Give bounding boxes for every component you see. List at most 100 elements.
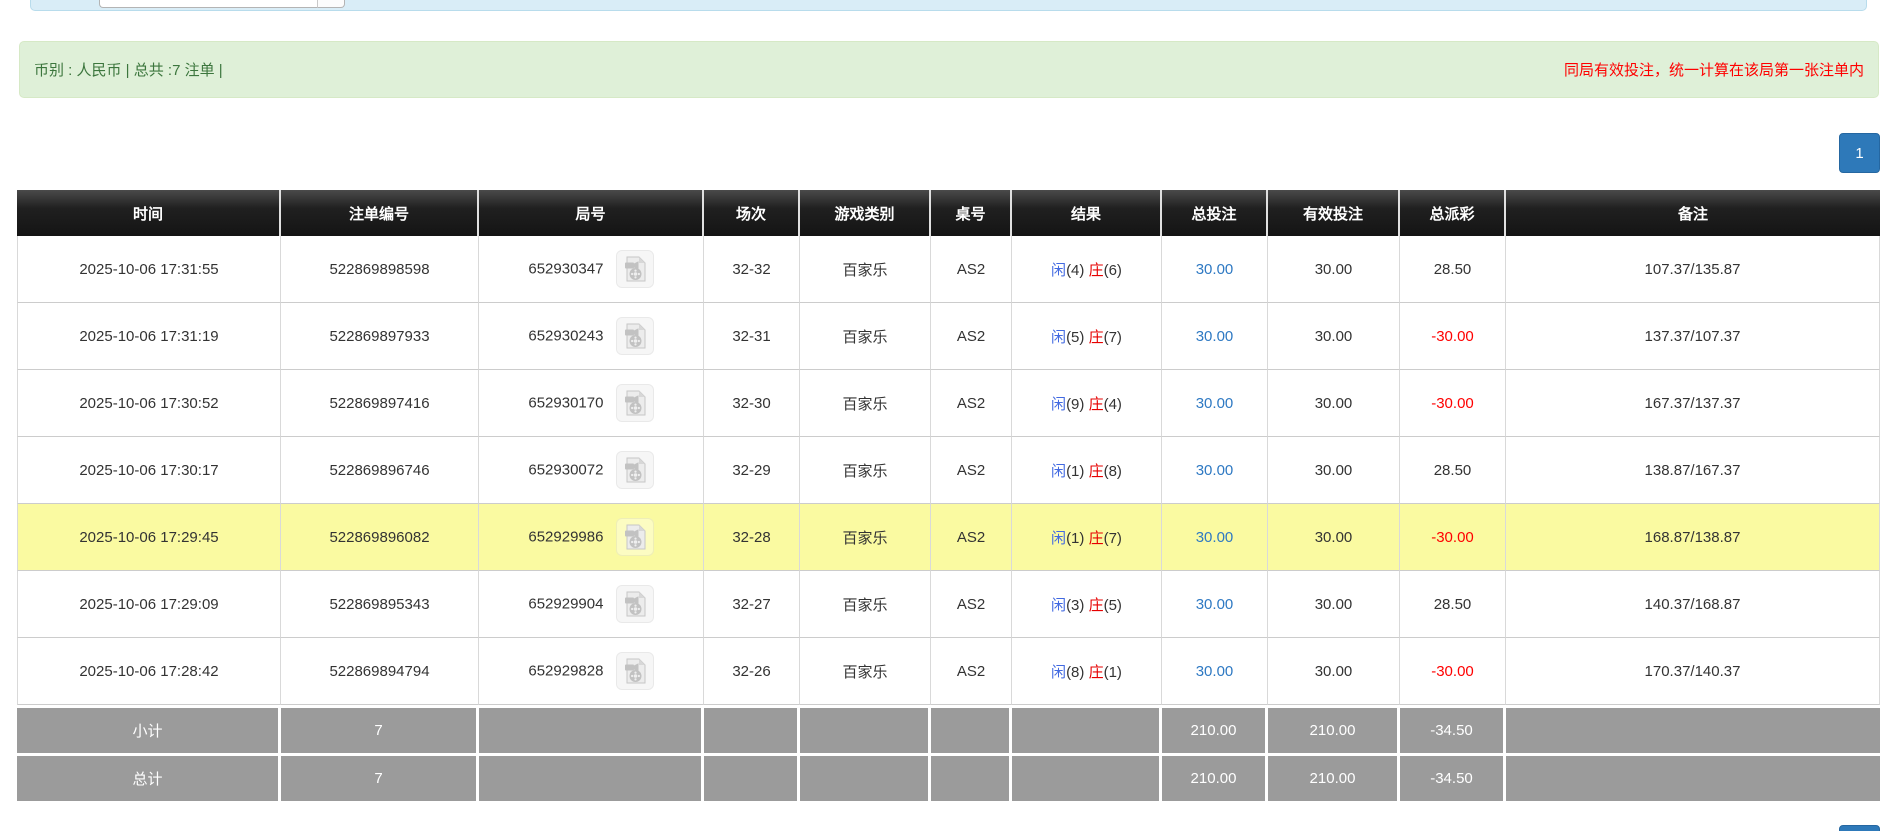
banker-score: (8) bbox=[1103, 462, 1122, 480]
cell-round-id: 652929986 bbox=[479, 504, 704, 571]
column-header-3: 局号 bbox=[479, 190, 704, 236]
subtotal-valid-bet: 210.00 bbox=[1268, 705, 1400, 753]
banker-score: (5) bbox=[1103, 596, 1122, 614]
video-file-icon bbox=[624, 591, 646, 617]
cell-note: 140.37/168.87 bbox=[1506, 571, 1880, 638]
banker-label: 庄 bbox=[1088, 261, 1104, 279]
total-bet-link[interactable]: 30.00 bbox=[1196, 663, 1234, 680]
table-footer: 小计 7 210.00 210.00 -34.50 总计 7 210.00 21… bbox=[17, 705, 1880, 801]
video-replay-button[interactable] bbox=[615, 384, 654, 422]
subtotal-row: 小计 7 210.00 210.00 -34.50 bbox=[17, 705, 1880, 753]
subtotal-label: 小计 bbox=[17, 705, 281, 753]
video-file-icon bbox=[624, 390, 646, 416]
column-header-5: 游戏类别 bbox=[800, 190, 931, 236]
total-bet-link[interactable]: 30.00 bbox=[1196, 462, 1234, 479]
subtotal-empty-cell bbox=[800, 705, 931, 753]
player-score: (1) bbox=[1066, 529, 1085, 547]
cell-valid-bet: 30.00 bbox=[1268, 504, 1400, 571]
filter-input[interactable] bbox=[99, 0, 318, 8]
grand-total-total-bet: 210.00 bbox=[1162, 753, 1268, 801]
table-row: 2025-10-06 17:31:55 522869898598 6529303… bbox=[17, 236, 1880, 303]
filter-input-button[interactable] bbox=[318, 0, 345, 8]
cell-session: 32-27 bbox=[704, 571, 800, 638]
cell-valid-bet: 30.00 bbox=[1268, 236, 1400, 303]
cell-bet-id: 522869895343 bbox=[281, 571, 479, 638]
cell-bet-id: 522869898598 bbox=[281, 236, 479, 303]
video-replay-button[interactable] bbox=[615, 652, 654, 690]
video-file-icon bbox=[624, 457, 646, 483]
round-id-text: 652929828 bbox=[528, 662, 604, 680]
cell-table-id: AS2 bbox=[931, 370, 1012, 437]
banker-label: 庄 bbox=[1088, 328, 1104, 346]
video-file-icon bbox=[624, 323, 646, 349]
video-replay-button[interactable] bbox=[615, 451, 654, 489]
bet-history-table: 时间 注单编号 局号 场次 游戏类别 桌号 结果 总投注 有效投注 总派彩 备注 2025-10-0… bbox=[17, 190, 1880, 801]
table-row: 2025-10-06 17:28:42 522869894794 6529298… bbox=[17, 638, 1880, 705]
table-body: 2025-10-06 17:31:55 522869898598 6529303… bbox=[17, 236, 1880, 705]
cell-total-bet: 30.00 bbox=[1162, 236, 1268, 303]
video-file-icon bbox=[624, 256, 646, 282]
column-header-4: 场次 bbox=[704, 190, 800, 236]
cell-time: 2025-10-06 17:31:55 bbox=[17, 236, 281, 303]
subtotal-empty-cell bbox=[1012, 705, 1162, 753]
banker-score: (7) bbox=[1103, 529, 1122, 547]
video-replay-button[interactable] bbox=[615, 250, 654, 288]
cell-note: 138.87/167.37 bbox=[1506, 437, 1880, 504]
player-label: 闲 bbox=[1051, 596, 1067, 614]
total-bet-link[interactable]: 30.00 bbox=[1196, 529, 1234, 546]
player-score: (9) bbox=[1066, 395, 1085, 413]
banker-label: 庄 bbox=[1088, 395, 1104, 413]
player-score: (1) bbox=[1066, 462, 1085, 480]
total-bet-link[interactable]: 30.00 bbox=[1196, 261, 1234, 278]
cell-note: 107.37/135.87 bbox=[1506, 236, 1880, 303]
column-header-1: 时间 bbox=[17, 190, 281, 236]
total-bet-link[interactable]: 30.00 bbox=[1196, 395, 1234, 412]
player-label: 闲 bbox=[1051, 663, 1067, 681]
table-row: 2025-10-06 17:30:52 522869897416 6529301… bbox=[17, 370, 1880, 437]
grand-total-count: 7 bbox=[281, 753, 479, 801]
video-replay-button[interactable] bbox=[615, 585, 654, 623]
cell-result: 闲(8) 庄(1) bbox=[1012, 638, 1162, 705]
cell-round-id: 652930170 bbox=[479, 370, 704, 437]
cell-valid-bet: 30.00 bbox=[1268, 437, 1400, 504]
table-header-row: 时间 注单编号 局号 场次 游戏类别 桌号 结果 总投注 有效投注 总派彩 备注 bbox=[17, 190, 1880, 236]
cell-note: 167.37/137.37 bbox=[1506, 370, 1880, 437]
table-header: 时间 注单编号 局号 场次 游戏类别 桌号 结果 总投注 有效投注 总派彩 备注 bbox=[17, 190, 1880, 236]
cell-payout: 28.50 bbox=[1400, 571, 1506, 638]
player-label: 闲 bbox=[1051, 529, 1067, 547]
cell-result: 闲(5) 庄(7) bbox=[1012, 303, 1162, 370]
subtotal-empty-cell bbox=[1506, 705, 1880, 753]
total-bet-link[interactable]: 30.00 bbox=[1196, 328, 1234, 345]
cell-time: 2025-10-06 17:28:42 bbox=[17, 638, 281, 705]
video-replay-button[interactable] bbox=[615, 317, 654, 355]
cell-table-id: AS2 bbox=[931, 236, 1012, 303]
column-header-11: 备注 bbox=[1506, 190, 1880, 236]
cell-time: 2025-10-06 17:29:45 bbox=[17, 504, 281, 571]
cell-result: 闲(4) 庄(6) bbox=[1012, 236, 1162, 303]
pagination-page-1[interactable]: 1 bbox=[1839, 133, 1880, 173]
cell-round-id: 652929904 bbox=[479, 571, 704, 638]
cell-total-bet: 30.00 bbox=[1162, 571, 1268, 638]
grand-total-empty-cell bbox=[1012, 753, 1162, 801]
banker-score: (1) bbox=[1103, 663, 1122, 681]
cell-total-bet: 30.00 bbox=[1162, 303, 1268, 370]
table-row: 2025-10-06 17:29:45 522869896082 6529299… bbox=[17, 504, 1880, 571]
cell-session: 32-31 bbox=[704, 303, 800, 370]
cell-total-bet: 30.00 bbox=[1162, 437, 1268, 504]
banker-score: (4) bbox=[1103, 395, 1122, 413]
filter-panel bbox=[30, 0, 1867, 11]
round-id-text: 652929986 bbox=[528, 528, 604, 546]
total-bet-link[interactable]: 30.00 bbox=[1196, 596, 1234, 613]
cell-session: 32-29 bbox=[704, 437, 800, 504]
round-id-text: 652930072 bbox=[528, 461, 604, 479]
cell-time: 2025-10-06 17:30:17 bbox=[17, 437, 281, 504]
cell-note: 170.37/140.37 bbox=[1506, 638, 1880, 705]
table-row: 2025-10-06 17:30:17 522869896746 6529300… bbox=[17, 437, 1880, 504]
cell-valid-bet: 30.00 bbox=[1268, 303, 1400, 370]
video-replay-button[interactable] bbox=[615, 518, 654, 556]
pagination-page-1-bottom[interactable]: 1 bbox=[1839, 825, 1880, 831]
column-header-2: 注单编号 bbox=[281, 190, 479, 236]
grand-total-row: 总计 7 210.00 210.00 -34.50 bbox=[17, 753, 1880, 801]
subtotal-empty-cell bbox=[704, 705, 800, 753]
player-score: (5) bbox=[1066, 328, 1085, 346]
